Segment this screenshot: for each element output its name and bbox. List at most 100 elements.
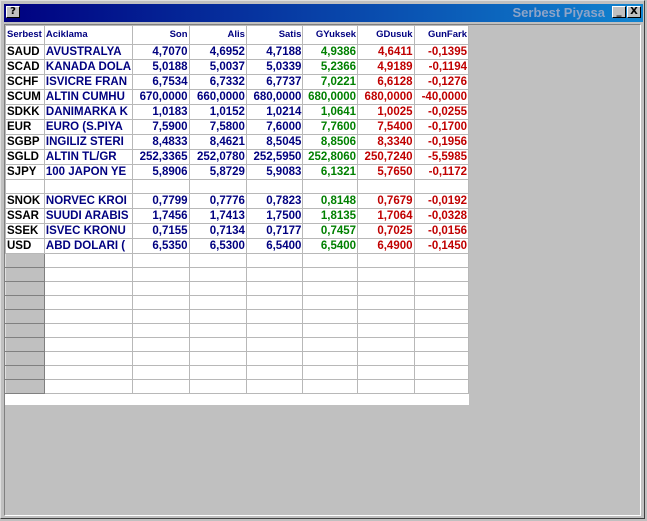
empty-cell [5,295,45,310]
table-row[interactable]: SNOK NORVEC KROI 0,7799 0,7776 0,7823 0,8148 0… [5,193,469,209]
close-button[interactable]: X [627,6,641,18]
table-row[interactable]: SGLD ALTIN TL/GR 252,3365 252,0780 252,5950 2… [5,149,469,165]
cell-code: SCUM [5,89,45,105]
empty-cell [413,281,469,296]
col-header-gdusuk[interactable]: GDusuk [357,25,415,45]
table-row[interactable]: SCAD KANADA DOLA 5,0188 5,0037 5,0339 5,2366 4… [5,59,469,75]
empty-row[interactable] [5,323,469,338]
cell-desc: INGILIZ STERI [43,134,134,150]
empty-cell [5,267,45,282]
empty-row[interactable] [5,267,469,282]
col-header-son[interactable]: Son [132,25,190,45]
cell-desc: AVUSTRALYA [43,44,134,60]
quotes-grid[interactable]: Serbest Aciklama Son Alis Satis GYuksek … [5,25,469,405]
table-row[interactable]: SJPY 100 JAPON YE 5,8906 5,8729 5,9083 6,1321… [5,164,469,180]
cell-alis: 1,0152 [188,104,247,120]
col-header-alis[interactable]: Alis [188,25,247,45]
empty-cell [302,323,359,338]
empty-cell [357,309,415,324]
col-header-gyuksek[interactable]: GYuksek [302,25,359,45]
empty-row[interactable] [5,295,469,310]
empty-cell [43,323,134,338]
table-row[interactable]: USD ABD DOLARI (6,5350 6,5300 6,5400 6,5400 6… [5,238,469,254]
table-row[interactable]: SCUM ALTIN CUMHU 670,0000 660,0000 680,0000 6… [5,89,469,105]
empty-cell [5,379,45,394]
col-header-satis[interactable]: Satis [245,25,304,45]
grid-body: SAUD AVUSTRALYA 4,7070 4,6952 4,7188 4,9386 4,… [5,44,469,394]
empty-cell [43,295,134,310]
empty-cell [5,281,45,296]
cell-code: SGBP [5,134,45,150]
empty-cell [413,295,469,310]
table-row[interactable]: SSAR SUUDI ARABIS 1,7456 1,7413 1,7500 1,8135… [5,208,469,224]
empty-row[interactable] [5,365,469,380]
col-header-code[interactable]: Serbest [5,25,45,45]
empty-cell [357,337,415,352]
cell-alis [188,179,247,194]
empty-row[interactable] [5,379,469,394]
cell-gyuksek: 0,7457 [302,223,359,239]
empty-cell [302,309,359,324]
empty-cell [302,337,359,352]
empty-cell [245,267,304,282]
cell-gunfark: -0,1700 [413,119,469,135]
cell-gdusuk: 7,5400 [357,119,415,135]
empty-cell [188,351,247,366]
cell-gdusuk: 5,7650 [357,164,415,180]
cell-alis: 6,5300 [188,238,247,254]
table-row[interactable]: SDKK DANIMARKA K 1,0183 1,0152 1,0214 1,0641 1… [5,104,469,120]
empty-cell [132,309,190,324]
cell-alis: 252,0780 [188,149,247,165]
title-bar[interactable]: ? Serbest Piyasa _ X [4,4,643,22]
empty-cell [5,253,45,268]
cell-alis: 4,6952 [188,44,247,60]
empty-cell [413,323,469,338]
table-row[interactable]: SGBP INGILIZ STERI 8,4833 8,4621 8,5045 8,850… [5,134,469,150]
cell-gyuksek: 680,0000 [302,89,359,105]
cell-gunfark: -0,0156 [413,223,469,239]
cell-gunfark: -0,1956 [413,134,469,150]
empty-row[interactable] [5,281,469,296]
cell-satis: 0,7177 [245,223,304,239]
table-row[interactable] [5,179,469,194]
cell-son: 0,7799 [132,193,190,209]
empty-cell [302,281,359,296]
empty-cell [188,267,247,282]
cell-satis: 1,0214 [245,104,304,120]
cell-satis: 0,7823 [245,193,304,209]
empty-row[interactable] [5,337,469,352]
cell-gdusuk: 4,6411 [357,44,415,60]
window-title: Serbest Piyasa [512,5,605,20]
cell-son: 6,7534 [132,74,190,90]
empty-cell [43,267,134,282]
empty-cell [132,351,190,366]
empty-row[interactable] [5,253,469,268]
cell-code: SCHF [5,74,45,90]
empty-cell [413,253,469,268]
cell-gdusuk: 1,7064 [357,208,415,224]
empty-cell [43,253,134,268]
cell-code [5,179,45,194]
empty-cell [188,379,247,394]
empty-cell [302,351,359,366]
empty-cell [132,323,190,338]
empty-row[interactable] [5,309,469,324]
empty-cell [43,379,134,394]
cell-alis: 5,8729 [188,164,247,180]
cell-satis: 680,0000 [245,89,304,105]
table-row[interactable]: SCHF ISVICRE FRAN 6,7534 6,7332 6,7737 7,0221… [5,74,469,90]
table-row[interactable]: SAUD AVUSTRALYA 4,7070 4,6952 4,7188 4,9386 4,… [5,44,469,60]
cell-satis: 1,7500 [245,208,304,224]
empty-row[interactable] [5,351,469,366]
col-header-gunfark[interactable]: GunFark [413,25,469,45]
help-icon[interactable]: ? [6,6,20,18]
col-header-desc[interactable]: Aciklama [43,25,134,45]
cell-gyuksek: 6,1321 [302,164,359,180]
minimize-button[interactable]: _ [612,6,626,18]
empty-cell [132,295,190,310]
cell-gunfark: -0,1395 [413,44,469,60]
cell-satis: 5,9083 [245,164,304,180]
cell-gyuksek: 7,0221 [302,74,359,90]
table-row[interactable]: SSEK ISVEC KRONU 0,7155 0,7134 0,7177 0,7457 0… [5,223,469,239]
table-row[interactable]: EUR EURO (S.PIYA 7,5900 7,5800 7,6000 7,7600 7… [5,119,469,135]
